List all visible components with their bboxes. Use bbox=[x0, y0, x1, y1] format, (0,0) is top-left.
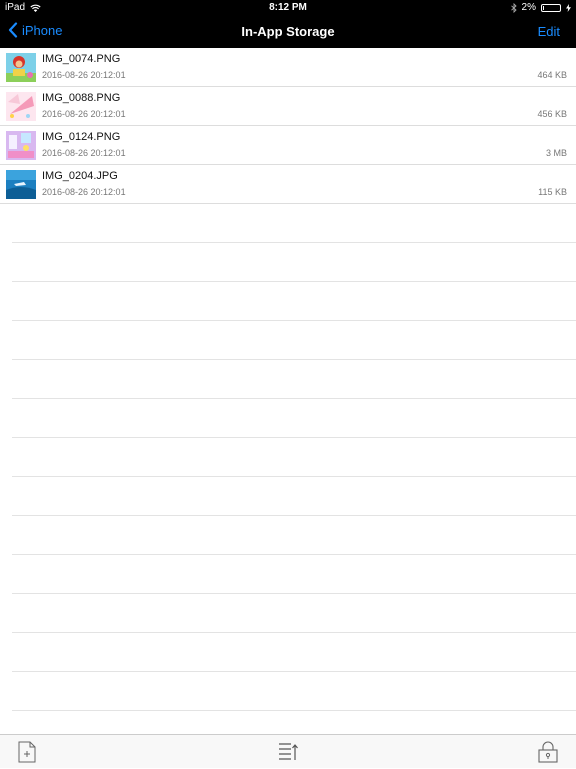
new-document-icon bbox=[18, 741, 36, 763]
image-thumbnail bbox=[6, 92, 36, 121]
image-thumbnail bbox=[6, 53, 36, 82]
empty-list-area bbox=[0, 204, 576, 734]
file-size: 456 KB bbox=[537, 109, 567, 119]
file-row[interactable]: IMG_0124.PNG 2016-08-26 20:12:01 3 MB bbox=[0, 126, 576, 165]
row-separator bbox=[12, 632, 576, 633]
lock-icon bbox=[538, 741, 558, 763]
file-size: 3 MB bbox=[545, 148, 567, 158]
new-document-button[interactable] bbox=[15, 740, 39, 764]
row-separator bbox=[12, 242, 576, 243]
row-separator bbox=[12, 281, 576, 282]
image-thumbnail bbox=[6, 170, 36, 199]
file-name: IMG_0088.PNG bbox=[42, 92, 121, 104]
file-row[interactable]: IMG_0088.PNG 2016-08-26 20:12:01 456 KB bbox=[0, 87, 576, 126]
file-size: 464 KB bbox=[537, 70, 567, 80]
file-row[interactable]: IMG_0074.PNG 2016-08-26 20:12:01 464 KB bbox=[0, 48, 576, 87]
status-time: 8:12 PM bbox=[269, 2, 307, 13]
image-thumbnail bbox=[6, 131, 36, 160]
row-separator bbox=[12, 710, 576, 711]
file-row[interactable]: IMG_0204.JPG 2016-08-26 20:12:01 115 KB bbox=[0, 165, 576, 204]
file-date: 2016-08-26 20:12:01 bbox=[42, 70, 126, 80]
row-separator bbox=[12, 671, 576, 672]
row-separator bbox=[12, 320, 576, 321]
row-separator bbox=[12, 359, 576, 360]
row-separator bbox=[12, 476, 576, 477]
file-date: 2016-08-26 20:12:01 bbox=[42, 109, 126, 119]
row-separator bbox=[12, 437, 576, 438]
page-title: In-App Storage bbox=[241, 24, 335, 39]
edit-button[interactable]: Edit bbox=[538, 24, 560, 39]
row-separator bbox=[12, 593, 576, 594]
file-date: 2016-08-26 20:12:01 bbox=[42, 187, 126, 197]
bottom-toolbar bbox=[0, 734, 576, 768]
file-name: IMG_0074.PNG bbox=[42, 53, 121, 65]
bluetooth-icon bbox=[510, 2, 517, 13]
battery-percent: 2% bbox=[521, 2, 536, 13]
charging-icon bbox=[566, 3, 571, 12]
chevron-left-icon bbox=[8, 22, 18, 38]
navigation-bar: iPhone In-App Storage Edit bbox=[0, 16, 576, 48]
file-name: IMG_0204.JPG bbox=[42, 170, 118, 182]
file-name: IMG_0124.PNG bbox=[42, 131, 121, 143]
row-separator bbox=[12, 398, 576, 399]
status-bar: iPad 8:12 PM 2% bbox=[0, 0, 576, 16]
sort-list-icon bbox=[279, 743, 298, 760]
back-label: iPhone bbox=[22, 22, 63, 38]
row-separator bbox=[12, 554, 576, 555]
file-date: 2016-08-26 20:12:01 bbox=[42, 148, 126, 158]
lock-button[interactable] bbox=[536, 740, 560, 764]
row-separator bbox=[12, 515, 576, 516]
file-list: IMG_0074.PNG 2016-08-26 20:12:01 464 KB … bbox=[0, 48, 576, 204]
battery-icon bbox=[541, 3, 561, 12]
back-button[interactable]: iPhone bbox=[8, 22, 62, 38]
file-size: 115 KB bbox=[538, 187, 567, 197]
sort-button[interactable] bbox=[276, 740, 300, 764]
